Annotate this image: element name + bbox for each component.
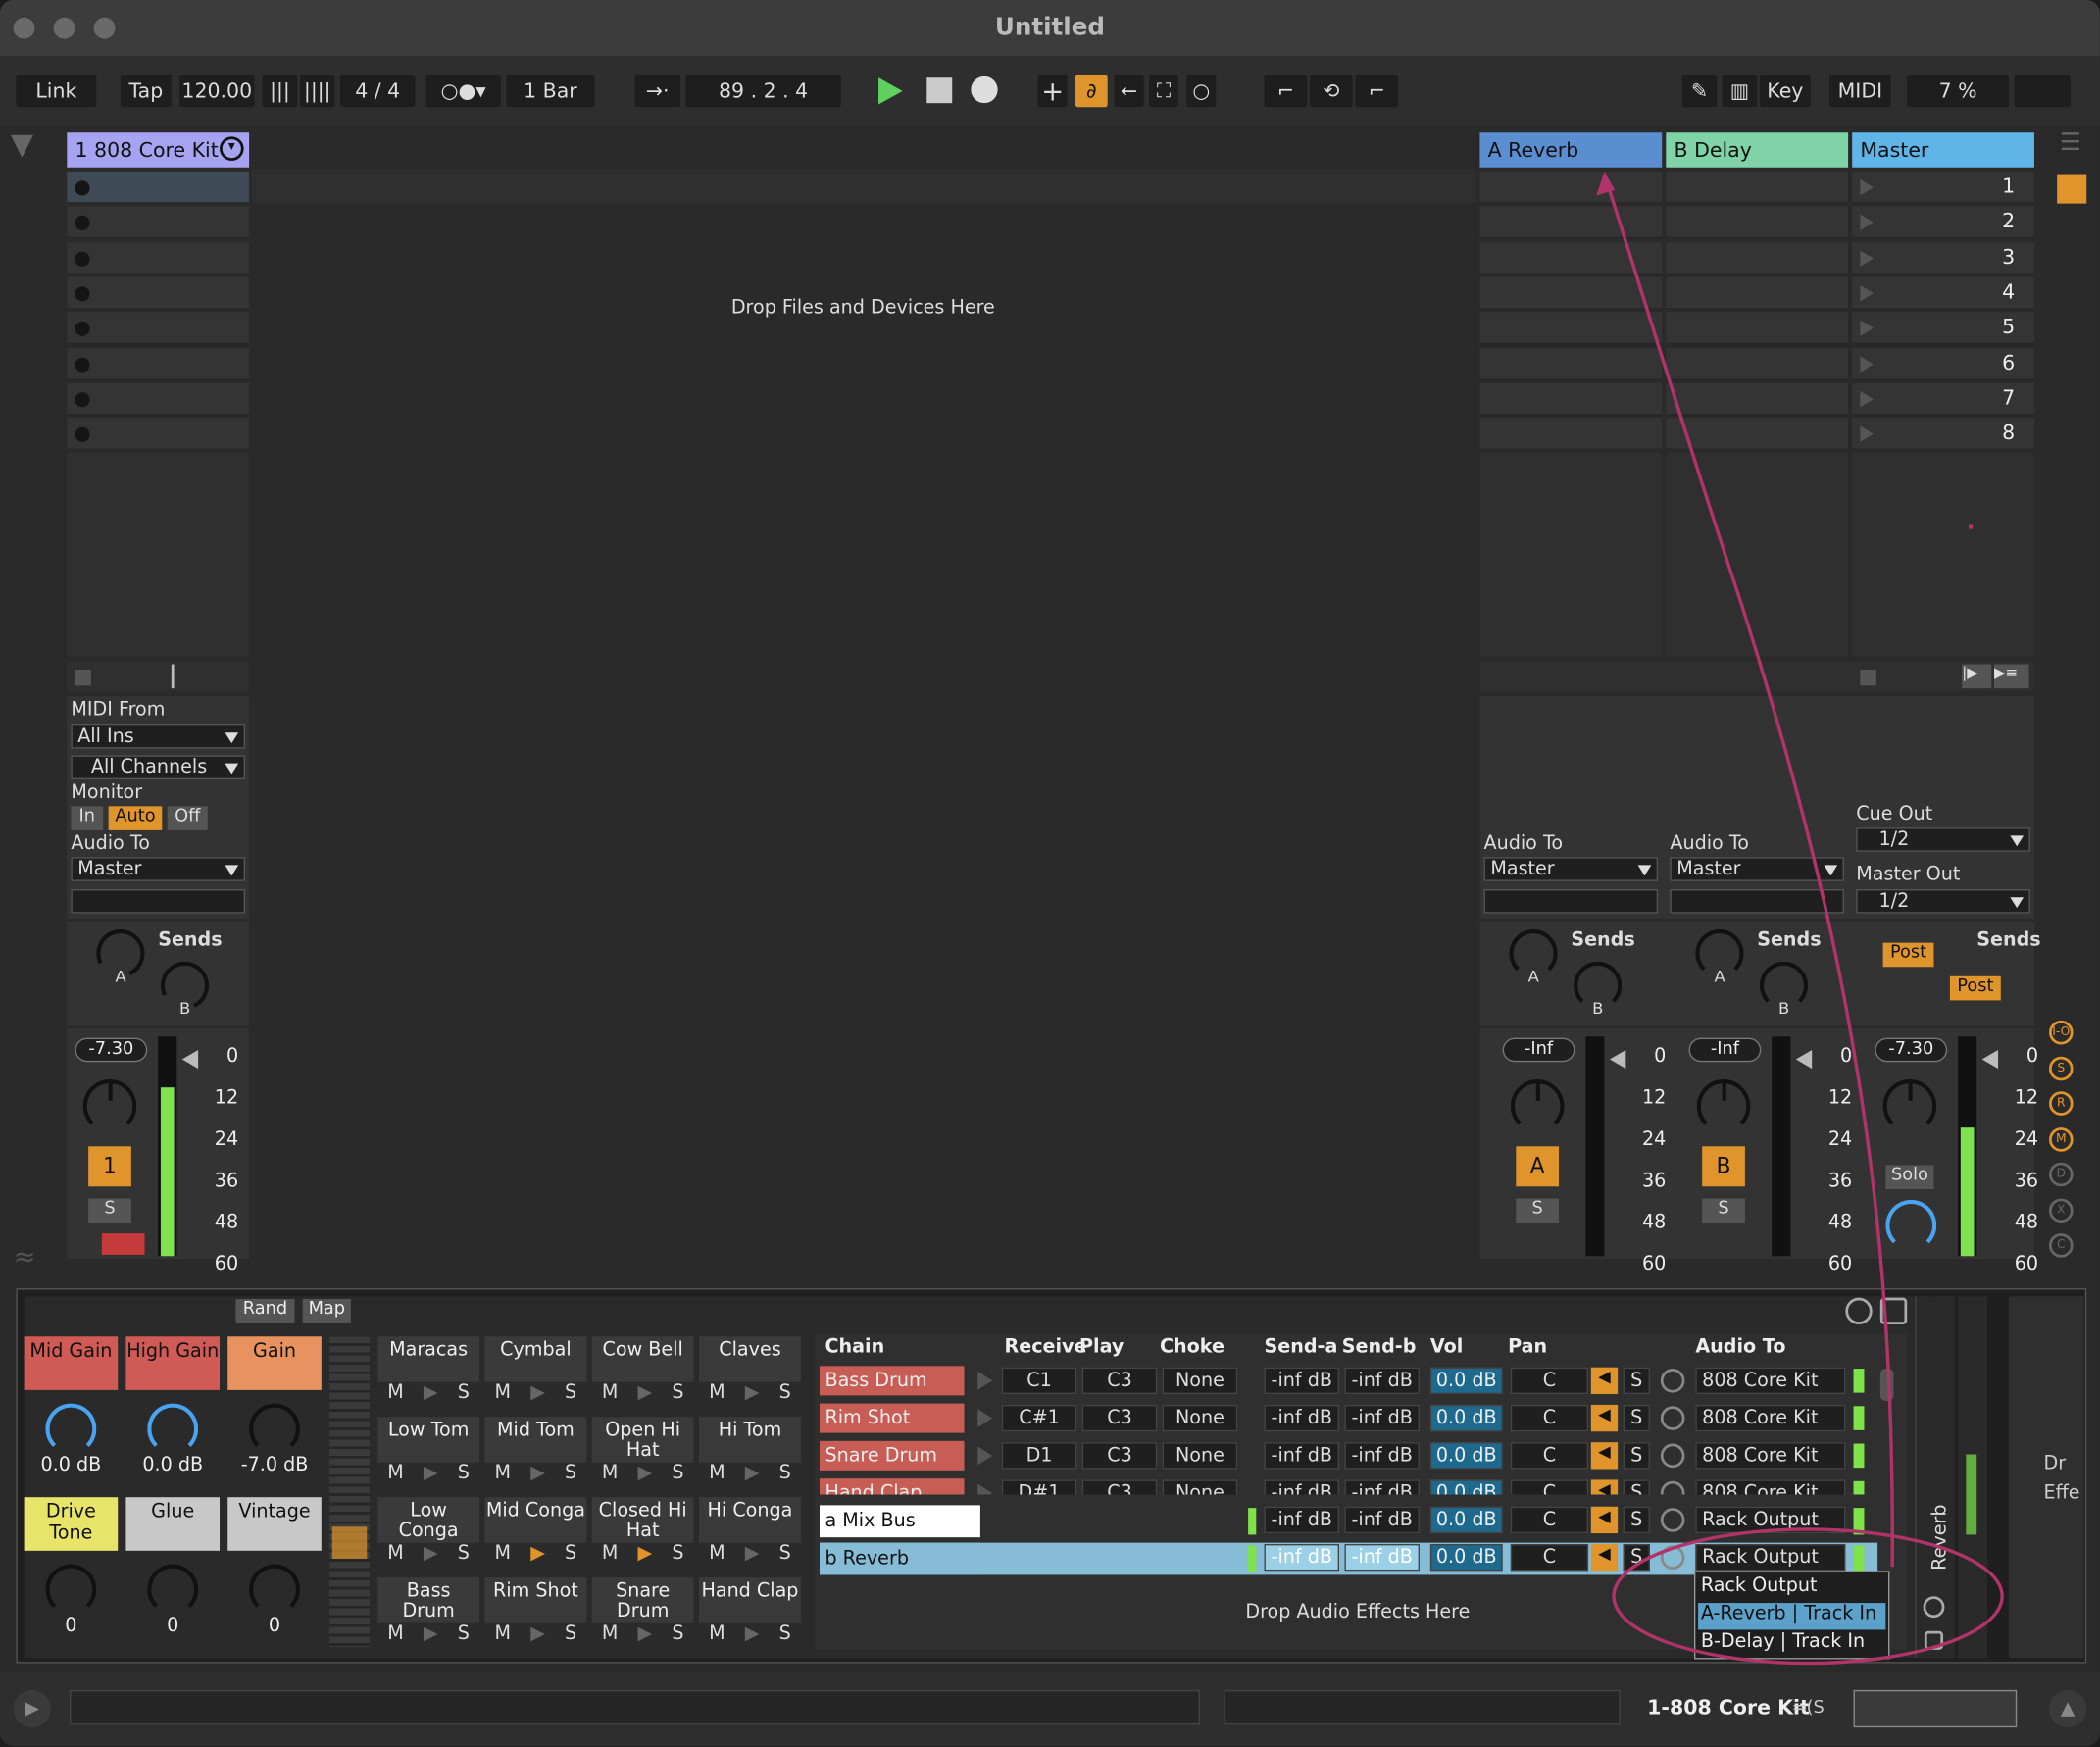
selected-track-label: 1-808 Core Kit bbox=[1647, 1695, 1810, 1720]
status-extra: =(S bbox=[1791, 1698, 1825, 1719]
status-secondary-field bbox=[1224, 1689, 1621, 1725]
device-chain-overview[interactable] bbox=[1853, 1689, 2018, 1728]
ableton-window: Untitled Link Tap 120.00 ||| |||| 4 / 4 … bbox=[0, 0, 2100, 1747]
show-info-icon[interactable]: ▶ bbox=[13, 1689, 51, 1728]
annotation-arrow-line bbox=[1602, 174, 1894, 1568]
annotation-overlay bbox=[1596, 171, 2004, 1666]
annotation-circle bbox=[1612, 1527, 2004, 1666]
annotation-arrow-head bbox=[1596, 171, 1616, 196]
show-detail-icon[interactable]: ▲ bbox=[2048, 1689, 2087, 1728]
status-message-field bbox=[70, 1689, 1200, 1725]
